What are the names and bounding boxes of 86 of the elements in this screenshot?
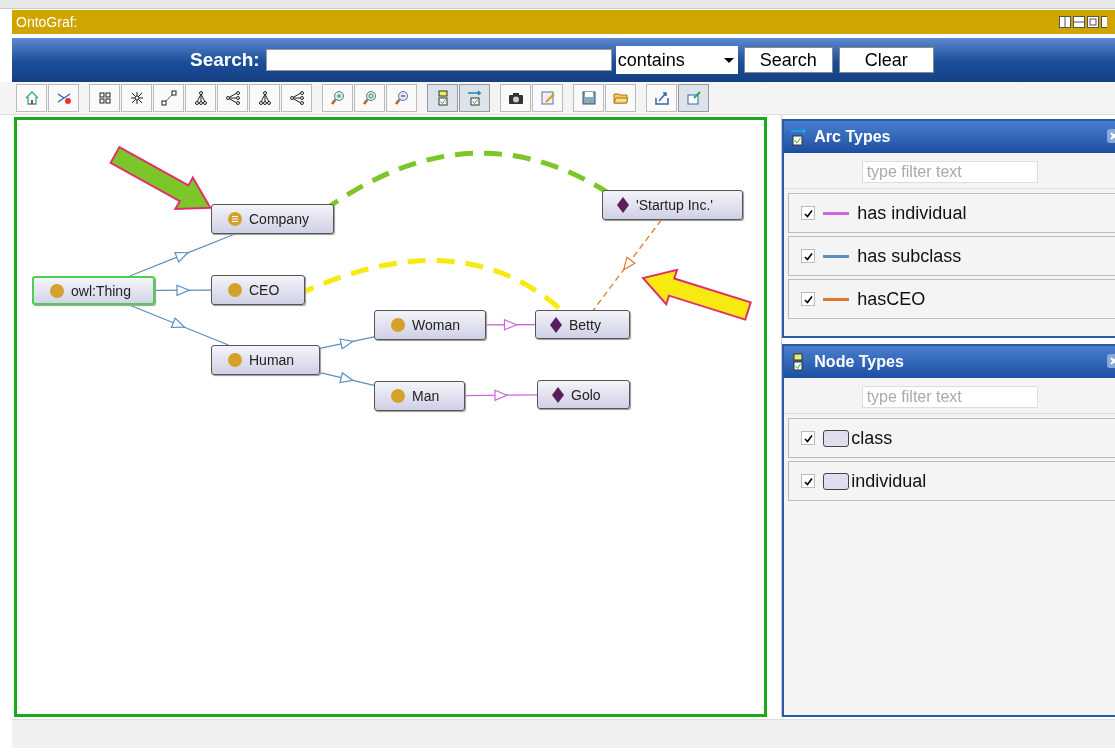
- zoom-out-button[interactable]: [386, 84, 417, 112]
- tile-icon[interactable]: [1073, 16, 1085, 28]
- node-filter-button[interactable]: [427, 84, 458, 112]
- unlink-icon: [55, 90, 72, 106]
- diamond-icon: [552, 386, 564, 403]
- class-node[interactable]: owl:Thing: [32, 276, 155, 305]
- diamond-icon: [617, 197, 629, 213]
- individual-node[interactable]: Betty: [535, 310, 630, 339]
- camera-button[interactable]: [500, 84, 531, 112]
- diamond-icon: [550, 316, 562, 333]
- export-button[interactable]: [646, 84, 677, 112]
- checkbox[interactable]: [801, 249, 816, 263]
- tree-down-button[interactable]: [249, 84, 280, 112]
- tree-left-button[interactable]: [217, 84, 248, 112]
- legend-row[interactable]: has individual: [788, 193, 1115, 233]
- maximize-icon[interactable]: [1087, 16, 1099, 28]
- pin-button[interactable]: [678, 84, 709, 112]
- checkbox[interactable]: [801, 292, 816, 306]
- home-icon: [23, 90, 40, 106]
- class-node[interactable]: Company: [211, 204, 334, 234]
- tree-left-icon: [288, 90, 305, 106]
- legend-row[interactable]: has subclass: [788, 236, 1115, 276]
- circle-icon: [228, 353, 242, 367]
- filter-field[interactable]: type filter text: [861, 161, 1038, 183]
- spring-icon: [160, 90, 177, 106]
- window-title: OntoGraf:: [16, 14, 78, 30]
- pin-icon: [685, 90, 702, 106]
- radial-icon: [128, 90, 145, 106]
- panel-title: Node Types: [814, 353, 904, 372]
- tree-left-icon: [224, 90, 241, 106]
- circle-icon: [228, 283, 242, 297]
- arc-filter-button[interactable]: [459, 84, 490, 112]
- search-field[interactable]: [265, 49, 612, 71]
- legend-row[interactable]: hasCEO: [788, 279, 1115, 319]
- zoom-out-icon: [393, 90, 410, 106]
- class-node[interactable]: Woman: [374, 310, 486, 340]
- node-swatch: [823, 472, 850, 490]
- open-button[interactable]: [605, 84, 636, 112]
- tree-down-button[interactable]: [185, 84, 216, 112]
- camera-icon: [507, 90, 524, 106]
- search-label: Search:: [190, 49, 260, 71]
- zoom-in-icon: [329, 90, 346, 106]
- notes-icon: [539, 90, 556, 106]
- tree-left-button[interactable]: [281, 84, 312, 112]
- circle-icon: [391, 389, 405, 403]
- node-swatch: [823, 429, 850, 447]
- filter-field[interactable]: type filter text: [861, 386, 1038, 409]
- tile-icon[interactable]: [1059, 16, 1071, 28]
- edge-arrow: [319, 371, 375, 386]
- home-button[interactable]: [16, 84, 47, 112]
- arc-filter-icon: [466, 90, 483, 106]
- edge-arrow: [485, 318, 536, 331]
- grid-icon: [96, 90, 113, 106]
- zoom-reset-icon: [361, 90, 378, 106]
- window-icon[interactable]: [1101, 16, 1107, 28]
- search-button[interactable]: Search: [743, 47, 833, 73]
- unlink-button[interactable]: [48, 84, 79, 112]
- checkbox[interactable]: [801, 474, 816, 489]
- tree-down-icon: [256, 90, 273, 106]
- checkbox[interactable]: [801, 206, 816, 220]
- save-button[interactable]: [573, 84, 604, 112]
- panel-title: Arc Types: [814, 128, 891, 146]
- clear-button[interactable]: Clear: [838, 47, 934, 73]
- open-icon: [612, 90, 629, 106]
- grid-button[interactable]: [89, 84, 120, 112]
- circle-icon: [391, 318, 405, 332]
- tree-down-icon: [192, 90, 209, 106]
- class-node[interactable]: Man: [374, 381, 465, 411]
- edge-arrow: [154, 284, 212, 297]
- save-icon: [580, 90, 597, 106]
- circle-icon: [50, 283, 64, 298]
- class-node[interactable]: CEO: [211, 275, 305, 305]
- edge-arrow: [319, 336, 375, 350]
- individual-node[interactable]: 'Startup Inc.': [602, 190, 743, 220]
- export-icon: [653, 90, 670, 106]
- checkbox[interactable]: [801, 431, 816, 446]
- radial-button[interactable]: [121, 84, 152, 112]
- zoom-in-button[interactable]: [322, 84, 353, 112]
- mode-dropdown[interactable]: contains: [615, 46, 738, 74]
- individual-node[interactable]: Golo: [537, 380, 630, 409]
- legend-row[interactable]: class: [788, 418, 1115, 459]
- legend-row[interactable]: individual: [788, 461, 1115, 502]
- class-node[interactable]: Human: [211, 345, 320, 375]
- arc-filter-icon: [790, 128, 809, 146]
- lines-circle-icon: [228, 212, 242, 226]
- zoom-reset-button[interactable]: [354, 84, 385, 112]
